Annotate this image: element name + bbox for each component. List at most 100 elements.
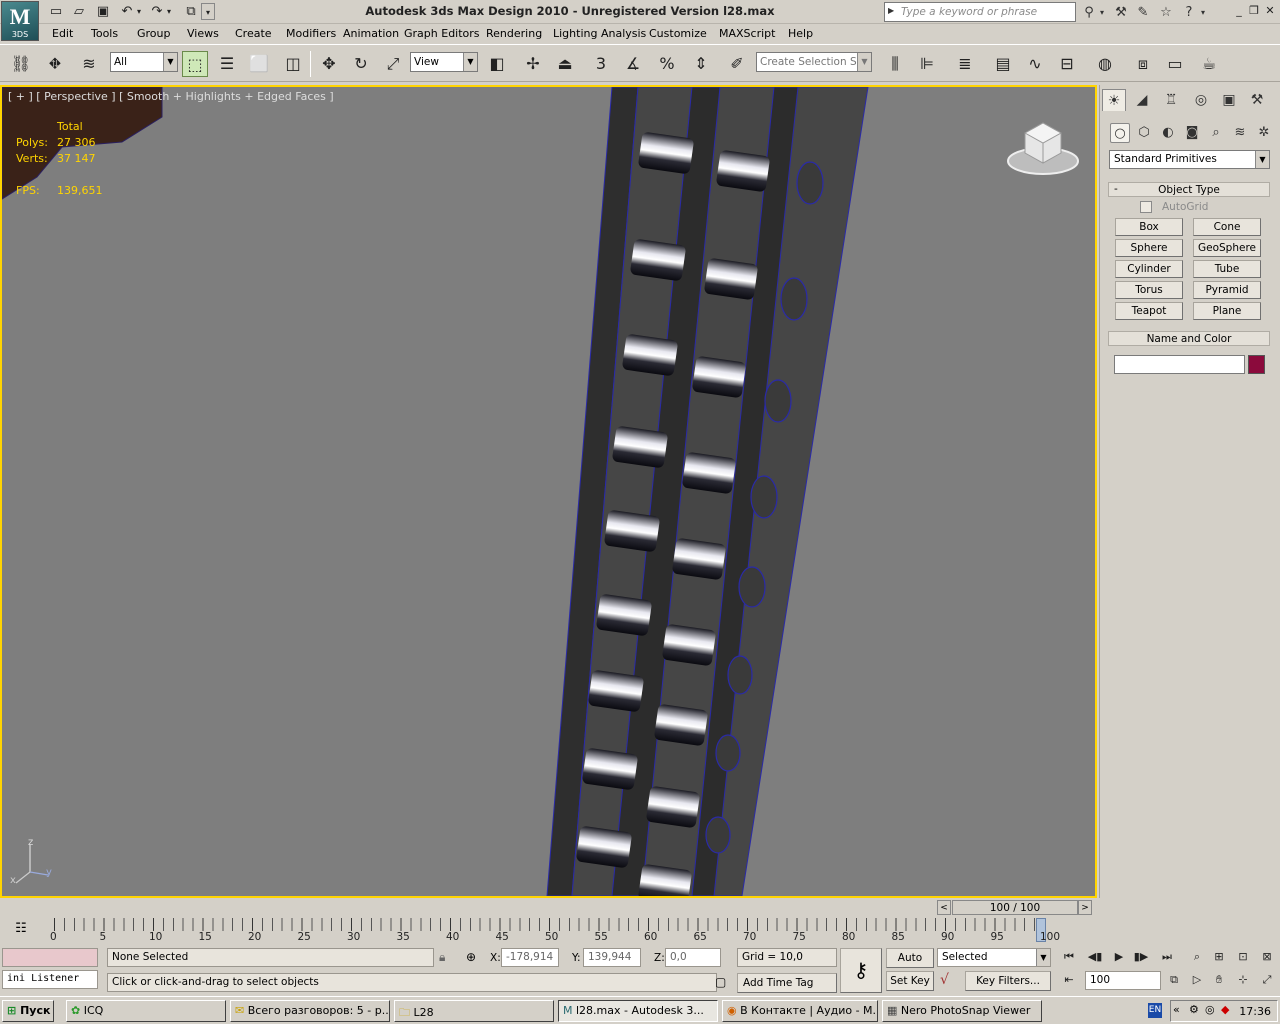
tab-display[interactable]: ▣ xyxy=(1217,89,1241,111)
quick-access-dropdown-icon[interactable]: ▾ xyxy=(201,3,215,20)
lights-icon[interactable]: ◐ xyxy=(1158,123,1178,143)
edit-named-selection-icon[interactable]: ✐ xyxy=(724,51,750,77)
key-mode-dropdown[interactable]: Selected ▼ xyxy=(937,948,1051,967)
layer-manager-icon[interactable]: ≣ xyxy=(952,51,978,77)
save-file-icon[interactable]: ▣ xyxy=(94,3,112,20)
menu-animation[interactable]: Animation xyxy=(343,27,399,40)
set-key-button[interactable]: Set Key xyxy=(886,971,934,991)
primitive-type-dropdown[interactable]: Standard Primitives ▼ xyxy=(1109,150,1270,169)
rectangular-selection-icon[interactable]: ⬜ xyxy=(246,51,272,77)
select-and-move-icon[interactable]: ✥ xyxy=(316,51,342,77)
viewcube-icon[interactable] xyxy=(1005,117,1081,177)
tray-expand-icon[interactable]: « xyxy=(1173,1003,1180,1016)
tab-hierarchy[interactable]: ♖ xyxy=(1159,89,1183,111)
geosphere-button[interactable]: GeoSphere xyxy=(1193,239,1261,257)
box-button[interactable]: Box xyxy=(1115,218,1183,236)
menu-lighting-analysis[interactable]: Lighting Analysis xyxy=(553,27,646,40)
mini-curve-editor-icon[interactable]: ☷ xyxy=(10,921,32,939)
menu-customize[interactable]: Customize xyxy=(649,27,707,40)
antivirus-icon[interactable]: ◎ xyxy=(1205,1003,1215,1016)
menu-views[interactable]: Views xyxy=(187,27,219,40)
window-crossing-icon[interactable]: ◫ xyxy=(280,51,306,77)
keyboard-shortcut-override-icon[interactable]: ⏏ xyxy=(552,51,578,77)
project-folder-icon[interactable]: ⧉ xyxy=(182,3,200,20)
selection-lock-icon[interactable]: 🔒︎ xyxy=(439,950,445,965)
curve-editor-icon[interactable]: ∿ xyxy=(1022,51,1048,77)
maximize-viewport-icon[interactable]: ⤢ xyxy=(1258,971,1276,989)
undo-dropdown-icon[interactable]: ▾ xyxy=(134,3,144,20)
network-icon[interactable]: ⚙ xyxy=(1189,1003,1199,1016)
time-tag-icon[interactable]: ▢ xyxy=(715,975,726,989)
z-coordinate-field[interactable]: 0,0 xyxy=(665,948,721,967)
start-button[interactable]: ⊞ Пуск xyxy=(2,1000,54,1022)
select-by-name-icon[interactable]: ☰ xyxy=(214,51,240,77)
menu-create[interactable]: Create xyxy=(235,27,272,40)
search-arrow-icon[interactable]: ▶ xyxy=(888,6,894,15)
schematic-view-icon[interactable]: ⊟ xyxy=(1054,51,1080,77)
help-dropdown-icon[interactable]: ▾ xyxy=(1197,4,1209,21)
open-file-icon[interactable]: ▱ xyxy=(70,3,88,20)
zoom-extents-icon[interactable]: ⊡ xyxy=(1234,948,1252,966)
binoculars-icon[interactable]: ⚲ xyxy=(1080,4,1098,21)
manipulate-icon[interactable]: ✢ xyxy=(520,51,546,77)
taskbar-item-folder[interactable]: 🗀 L28 xyxy=(394,1000,554,1022)
object-color-swatch[interactable] xyxy=(1248,355,1265,374)
go-to-start-icon[interactable]: ⏮ xyxy=(1060,948,1078,966)
tab-modify[interactable]: ◢ xyxy=(1130,89,1154,111)
maxscript-mini-listener[interactable]: ini Listener xyxy=(2,970,98,989)
shapes-icon[interactable]: ⬡ xyxy=(1134,123,1154,143)
sphere-button[interactable]: Sphere xyxy=(1115,239,1183,257)
close-button[interactable]: ✕ xyxy=(1263,4,1277,18)
taskbar-item-icq[interactable]: ✿ ICQ xyxy=(66,1000,226,1022)
systems-icon[interactable]: ✲ xyxy=(1254,123,1274,143)
selection-filter-dropdown[interactable]: All ▼ xyxy=(110,52,178,72)
restore-button[interactable]: ❐ xyxy=(1247,4,1261,18)
redo-dropdown-icon[interactable]: ▾ xyxy=(164,3,174,20)
menu-group[interactable]: Group xyxy=(137,27,171,40)
absolute-mode-transform-icon[interactable]: ⊕ xyxy=(466,950,476,964)
current-frame-field[interactable]: 100 xyxy=(1085,971,1161,990)
menu-maxscript[interactable]: MAXScript xyxy=(719,27,775,40)
align-icon[interactable]: ⊫ xyxy=(914,51,940,77)
add-time-tag-button[interactable]: Add Time Tag xyxy=(737,973,837,993)
unlink-icon[interactable]: ⛖ xyxy=(42,51,68,77)
menu-help[interactable]: Help xyxy=(788,27,813,40)
help-icon[interactable]: ? xyxy=(1180,4,1198,21)
key-tangent-icon[interactable]: √ xyxy=(940,972,949,988)
angle-snap-icon[interactable]: ∡ xyxy=(620,51,646,77)
maxscript-mini-listener-top[interactable] xyxy=(2,948,98,967)
zoom-extents-all-icon[interactable]: ⊠ xyxy=(1258,948,1276,966)
application-button[interactable]: M 3DS xyxy=(1,1,39,41)
mirror-icon[interactable]: ⫼ xyxy=(882,51,908,77)
auto-key-button[interactable]: Auto Key xyxy=(886,948,934,982)
pyramid-button[interactable]: Pyramid xyxy=(1193,281,1261,299)
bind-space-warp-icon[interactable]: ≋ xyxy=(76,51,102,77)
play-icon[interactable]: ▶ xyxy=(1110,948,1128,966)
pivot-point-center-icon[interactable]: ◧ xyxy=(484,51,510,77)
teapot-button[interactable]: Teapot xyxy=(1115,302,1183,320)
favorites-star-icon[interactable]: ☆ xyxy=(1157,4,1175,21)
tube-button[interactable]: Tube xyxy=(1193,260,1261,278)
next-frame-arrow-icon[interactable]: > xyxy=(1078,900,1092,915)
menu-tools[interactable]: Tools xyxy=(91,27,118,40)
minimize-button[interactable]: _ xyxy=(1232,4,1246,18)
spinner-snap-icon[interactable]: ⇕ xyxy=(688,51,714,77)
zoom-all-icon[interactable]: ⊞ xyxy=(1210,948,1228,966)
name-and-color-rollout[interactable]: Name and Color xyxy=(1108,331,1270,346)
communication-icon[interactable]: ✎ xyxy=(1134,4,1152,21)
space-warps-icon[interactable]: ≋ xyxy=(1230,123,1250,143)
taskbar-item-browser[interactable]: ◉ В Контакте | Аудио - М... xyxy=(722,1000,878,1022)
autogrid-checkbox[interactable] xyxy=(1140,201,1152,213)
object-type-rollout[interactable]: - Object Type xyxy=(1108,182,1270,197)
previous-frame-arrow-icon[interactable]: < xyxy=(937,900,951,915)
x-coordinate-field[interactable]: -178,914 xyxy=(501,948,559,967)
field-of-view-icon[interactable]: ▷ xyxy=(1188,971,1206,989)
key-mode-toggle-icon[interactable]: ⇤ xyxy=(1060,971,1078,989)
torus-button[interactable]: Torus xyxy=(1115,281,1183,299)
viewport-label-menu[interactable]: [ + ] [ Perspective ] [ Smooth + Highlig… xyxy=(8,90,334,103)
named-selection-input[interactable]: Create Selection Se ▼ xyxy=(756,52,872,72)
cone-button[interactable]: Cone xyxy=(1193,218,1261,236)
time-slider-thumb[interactable]: 100 / 100 xyxy=(952,900,1078,915)
reference-coordinate-dropdown[interactable]: View ▼ xyxy=(410,52,478,72)
graphite-modeling-tools-icon[interactable]: ▤ xyxy=(990,51,1016,77)
